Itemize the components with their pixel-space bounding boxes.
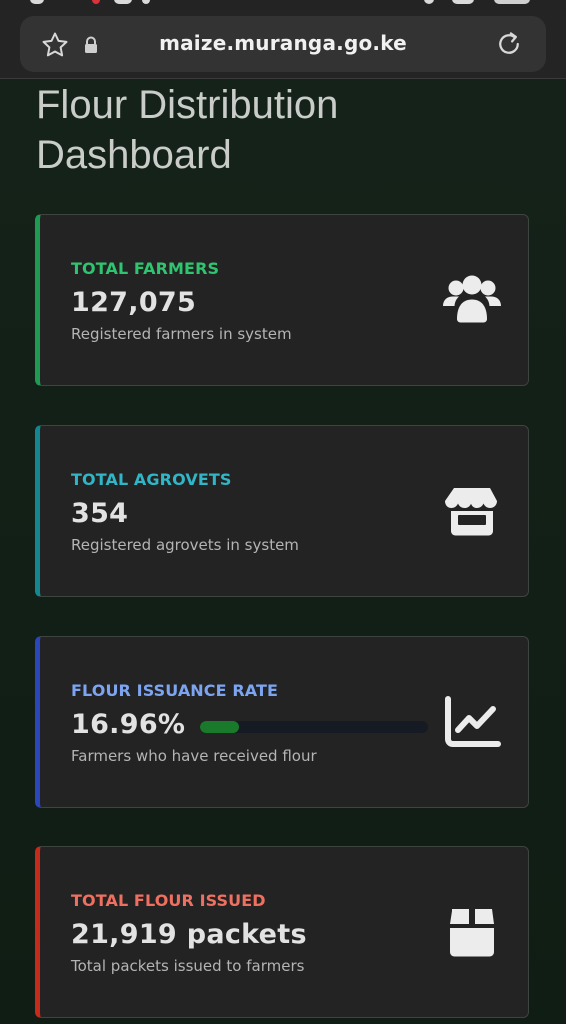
card-value: 16.96%	[71, 709, 186, 740]
card-label: TOTAL FARMERS	[71, 259, 220, 278]
card-flour-issuance-rate[interactable]: FLOUR ISSUANCE RATE 16.96% Farmers who h…	[35, 636, 529, 808]
card-label: TOTAL AGROVETS	[71, 470, 232, 489]
page-title: Flour Distribution Dashboard	[36, 83, 339, 177]
card-subtitle: Registered agrovets in system	[71, 536, 299, 554]
address-bar[interactable]: maize.muranga.go.ke	[20, 16, 546, 72]
card-label: TOTAL FLOUR ISSUED	[71, 891, 266, 910]
reload-icon[interactable]	[494, 29, 524, 59]
browser-toolbar: maize.muranga.go.ke	[0, 0, 566, 79]
url-text[interactable]: maize.muranga.go.ke	[20, 31, 546, 55]
notification-icon	[92, 0, 100, 4]
users-group-icon	[443, 275, 501, 323]
profile-status-icon	[114, 0, 132, 4]
card-value: 127,075	[71, 287, 197, 318]
card-subtitle: Registered farmers in system	[71, 325, 292, 343]
card-value: 21,919 packets	[71, 919, 307, 950]
card-subtitle: Total packets issued to farmers	[71, 957, 305, 975]
wifi-status-icon	[424, 0, 434, 4]
battery-icon	[494, 0, 530, 4]
signal-status-icon	[452, 0, 474, 4]
card-total-flour-issued[interactable]: TOTAL FLOUR ISSUED 21,919 packets Total …	[35, 846, 529, 1018]
issuance-progress-bar	[200, 721, 428, 733]
issuance-progress-fill	[200, 721, 239, 733]
sound-status-icon	[142, 0, 150, 4]
card-total-agrovets[interactable]: TOTAL AGROVETS 354 Registered agrovets i…	[35, 425, 529, 597]
store-icon	[445, 488, 497, 536]
dashboard-screen: maize.muranga.go.ke Flour Distribution D…	[0, 0, 566, 1024]
card-value: 354	[71, 498, 129, 529]
card-label: FLOUR ISSUANCE RATE	[71, 681, 279, 700]
status-bar	[0, 0, 566, 10]
card-subtitle: Farmers who have received flour	[71, 747, 317, 765]
line-chart-icon	[445, 696, 501, 747]
card-total-farmers[interactable]: TOTAL FARMERS 127,075 Registered farmers…	[35, 214, 529, 386]
clock-glyph	[30, 0, 44, 4]
box-icon	[450, 909, 494, 957]
